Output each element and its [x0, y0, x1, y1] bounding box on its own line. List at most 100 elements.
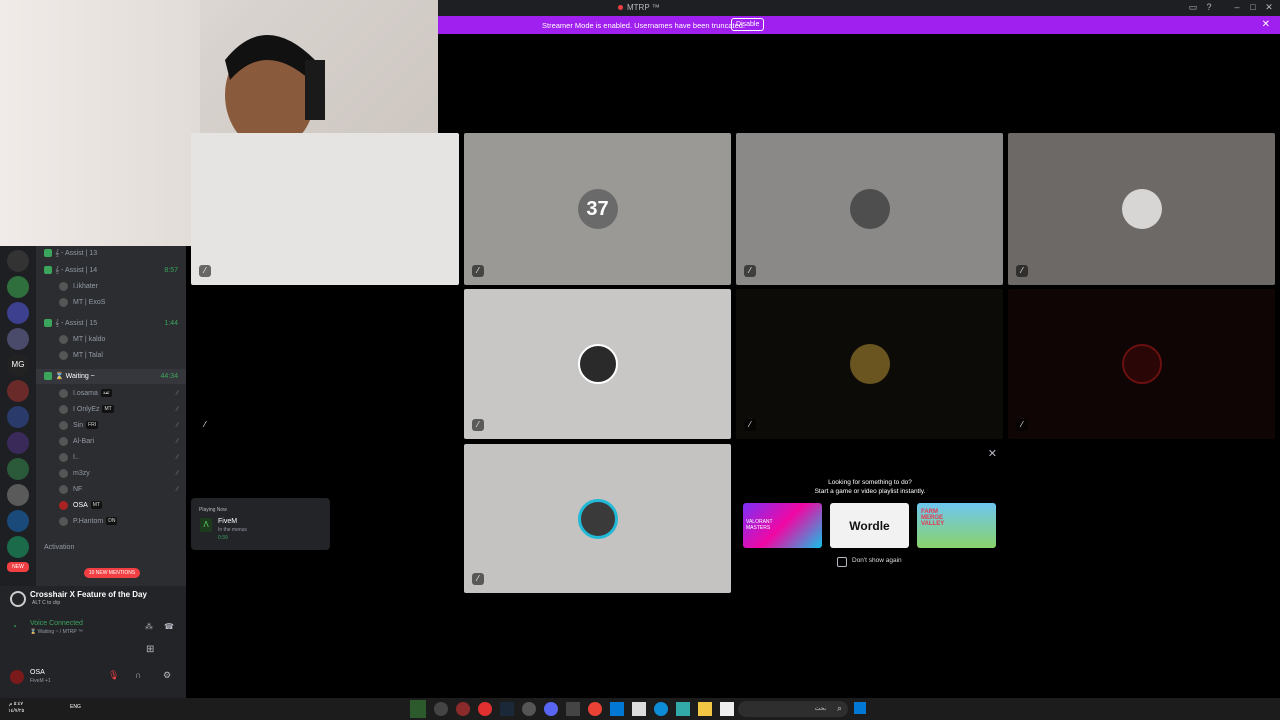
video-tile[interactable]: 37 ⁄ — [464, 133, 731, 285]
mail-icon[interactable] — [610, 702, 624, 716]
mute-icon: ⁄ — [472, 265, 484, 277]
voice-channel-name[interactable]: ⌛ Waiting ~ / MTRP ™ — [30, 629, 83, 635]
disable-button[interactable]: Disable — [731, 18, 765, 31]
voice-user[interactable]: P.Hantom DN — [36, 514, 186, 529]
app-icon[interactable] — [676, 702, 690, 716]
signal-icon[interactable]: ◔ — [12, 622, 17, 631]
activities-icon[interactable]: ⊞ — [146, 644, 154, 655]
video-tile[interactable]: ⁄ — [1008, 133, 1275, 285]
voice-user[interactable]: Sin FRI ⁄ — [36, 418, 186, 433]
voice-user[interactable]: NF ⁄ — [36, 482, 186, 497]
search-box[interactable]: بحث ⌕ — [738, 701, 848, 717]
video-tile[interactable]: ⁄ — [736, 289, 1003, 439]
crosshair-icon — [10, 591, 26, 607]
mute-icon: ⁄ — [176, 438, 178, 445]
headphones-icon[interactable]: ∩ — [135, 670, 141, 680]
voice-user[interactable]: m3zy ⁄ — [36, 466, 186, 481]
settings-gear-icon[interactable]: ⚙ — [163, 670, 171, 681]
server-icon[interactable] — [7, 536, 29, 558]
video-tile[interactable]: ⁄ — [736, 133, 1003, 285]
server-icon[interactable] — [7, 484, 29, 506]
close-suggestion-icon[interactable]: ✕ — [988, 447, 997, 460]
taskbar: ٥:٤٧ م ١٤/٧/٢٥ ENG بحث ⌕ — [0, 698, 1280, 720]
inbox-icon[interactable]: ▭ — [1186, 2, 1200, 13]
help-icon[interactable]: ? — [1202, 2, 1216, 12]
server-list: MG NEW — [0, 246, 36, 586]
playing-label: Playing Now — [199, 507, 227, 513]
language-indicator[interactable]: ENG — [70, 704, 81, 710]
new-mentions-badge[interactable]: 10 NEW MENTIONS — [84, 568, 140, 578]
video-tile[interactable]: ⁄ — [191, 289, 459, 439]
edge-icon[interactable] — [654, 702, 668, 716]
video-tile[interactable]: ⁄ — [464, 444, 731, 593]
windows-start-icon[interactable] — [854, 702, 866, 714]
avatar[interactable] — [10, 670, 24, 684]
voice-channel[interactable]: 𝄞 - Assist | 14 8:57 — [36, 263, 186, 278]
playing-now-card[interactable]: Playing Now Λ FiveM In the menus 0:39 — [191, 498, 330, 550]
server-icon[interactable]: MG — [7, 354, 29, 376]
server-icon[interactable] — [7, 458, 29, 480]
server-icon[interactable] — [7, 432, 29, 454]
server-icon[interactable] — [7, 276, 29, 298]
voice-user[interactable]: MT | kaldo — [36, 332, 186, 347]
game-detail: In the menus — [218, 527, 247, 533]
search-icon: ⌕ — [836, 703, 842, 713]
discord-icon[interactable] — [544, 702, 558, 716]
app-icon[interactable] — [456, 702, 470, 716]
voice-user-self[interactable]: OSA MT — [36, 498, 186, 513]
close-banner-icon[interactable]: ✕ — [1262, 19, 1270, 30]
server-icon[interactable] — [7, 302, 29, 324]
suggestion-title: Looking for something to do? — [828, 479, 912, 486]
feature-title[interactable]: Crosshair X Feature of the Day — [30, 590, 147, 599]
new-badge[interactable]: NEW — [7, 562, 29, 572]
video-tile[interactable]: ⁄ — [1008, 289, 1275, 439]
voice-channel-waiting[interactable]: ⌛ Waiting ~44:34 — [36, 369, 186, 384]
app-icon[interactable] — [720, 702, 734, 716]
category-activation[interactable]: Activation — [36, 540, 194, 555]
minimize-button[interactable]: – — [1230, 2, 1244, 12]
disconnect-icon[interactable]: ☎ — [164, 622, 174, 631]
game-card-valorant[interactable]: VALORANT MASTERS — [743, 503, 822, 548]
voice-channel[interactable]: 𝄞 - Assist | 13 — [36, 246, 186, 261]
close-button[interactable]: ✕ — [1262, 2, 1276, 13]
folder-icon[interactable] — [698, 702, 712, 716]
app-icon[interactable] — [566, 702, 580, 716]
app-icon[interactable] — [522, 702, 536, 716]
maximize-button[interactable]: □ — [1246, 2, 1260, 12]
video-tile[interactable]: ⁄ — [464, 289, 731, 439]
server-icon[interactable] — [7, 510, 29, 532]
avatar — [59, 388, 68, 398]
voice-user[interactable]: I OnlyEz MT ⁄ — [36, 402, 186, 417]
tile-avatar — [849, 344, 890, 384]
clock[interactable]: ٥:٤٧ م ١٤/٧/٢٥ — [8, 701, 24, 715]
server-icon[interactable] — [7, 328, 29, 350]
avatar — [59, 468, 68, 478]
app-icon[interactable] — [478, 702, 492, 716]
mute-icon: ⁄ — [472, 419, 484, 431]
voice-user[interactable]: I.. ⁄ — [36, 450, 186, 465]
video-tile-self[interactable]: ⁄ — [191, 133, 459, 285]
store-icon[interactable] — [632, 702, 646, 716]
server-icon[interactable] — [7, 250, 29, 272]
server-icon[interactable] — [7, 406, 29, 428]
game-card-farm-merge[interactable]: FARM MERGE VALLEY — [917, 503, 996, 548]
activity-suggestion: ✕ Looking for something to do? Start a g… — [737, 443, 1003, 593]
noise-suppression-icon[interactable]: ⁂ — [145, 622, 153, 631]
voice-user[interactable]: Al-Bari ⁄ — [36, 434, 186, 449]
fivem-taskbar-icon[interactable] — [410, 700, 426, 718]
voice-user[interactable]: I.ikhater — [36, 279, 186, 294]
username[interactable]: OSA — [30, 669, 45, 676]
voice-user[interactable]: I.osama ثقة ⁄ — [36, 386, 186, 401]
microphone-muted-icon[interactable]: 🎙 — [108, 670, 119, 681]
game-card-wordle[interactable]: Wordle — [830, 503, 909, 548]
voice-user[interactable]: MT | ExoS — [36, 295, 186, 310]
app-icon[interactable] — [434, 702, 448, 716]
server-icon[interactable] — [7, 380, 29, 402]
voice-user[interactable]: MT | Talal — [36, 348, 186, 363]
lock-icon — [44, 249, 52, 258]
voice-channel[interactable]: 𝄞 - Assist | 15 1:44 — [36, 316, 186, 331]
voice-status[interactable]: Voice Connected — [30, 620, 83, 627]
steam-icon[interactable] — [500, 702, 514, 716]
dont-show-checkbox[interactable] — [837, 557, 847, 567]
chrome-icon[interactable] — [588, 702, 602, 716]
